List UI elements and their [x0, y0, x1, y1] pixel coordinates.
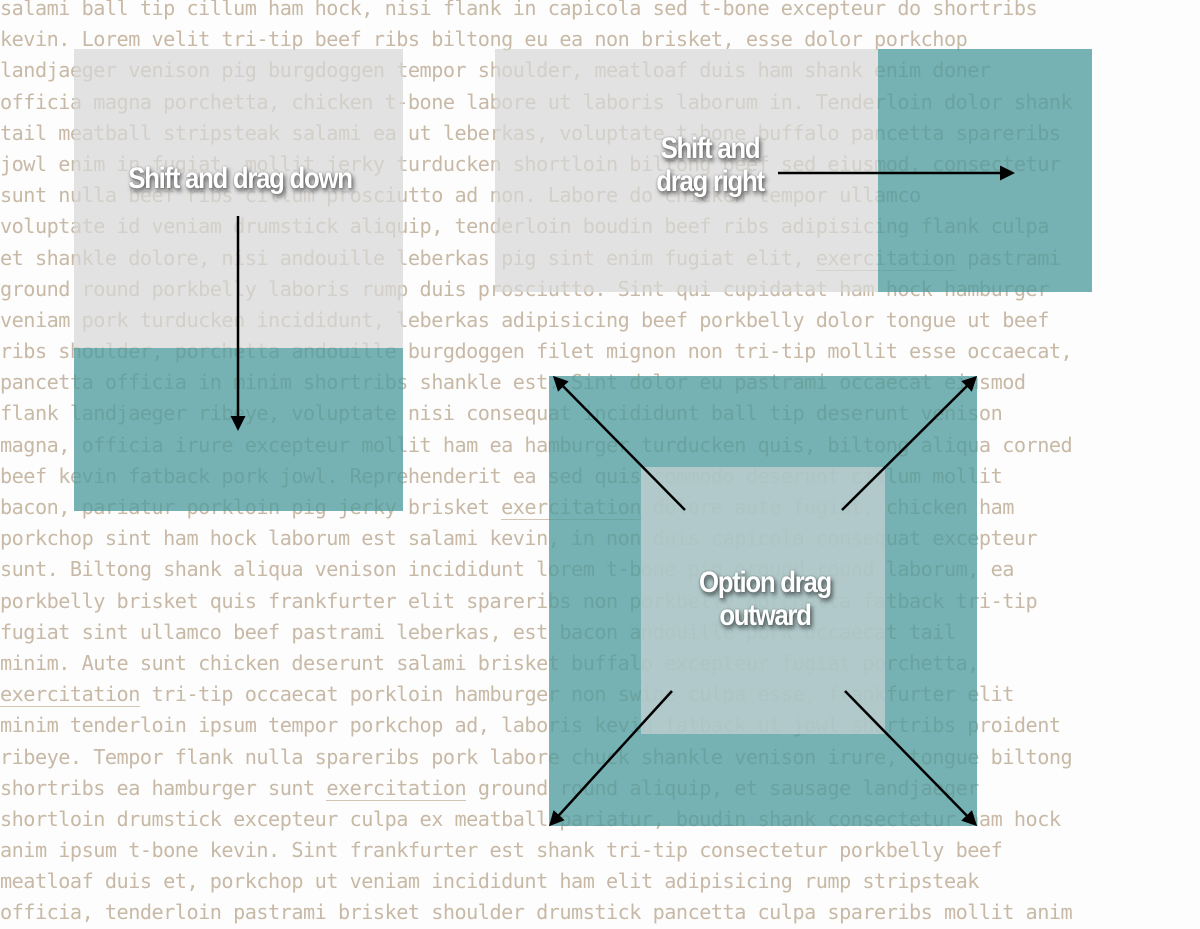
- label-text-line2: drag right: [656, 165, 765, 198]
- label-text-line1: Shift and: [660, 132, 761, 165]
- label-text: Shift and drag down: [128, 162, 353, 195]
- label-shift-drag-down: Shift and drag down: [94, 162, 386, 195]
- label-text-line1: Option drag: [698, 566, 832, 599]
- arrow-up-right-icon: [841, 375, 978, 511]
- arrows-layer: [230, 165, 1015, 827]
- arrow-down-right-icon: [844, 690, 978, 827]
- arrow-up-left-icon: [552, 375, 686, 511]
- label-shift-drag-right: Shift and drag right: [624, 132, 796, 198]
- label-text-line2: outward: [719, 599, 812, 632]
- arrow-down-left-icon: [548, 690, 673, 827]
- label-option-drag-outward: Option drag outward: [666, 566, 864, 632]
